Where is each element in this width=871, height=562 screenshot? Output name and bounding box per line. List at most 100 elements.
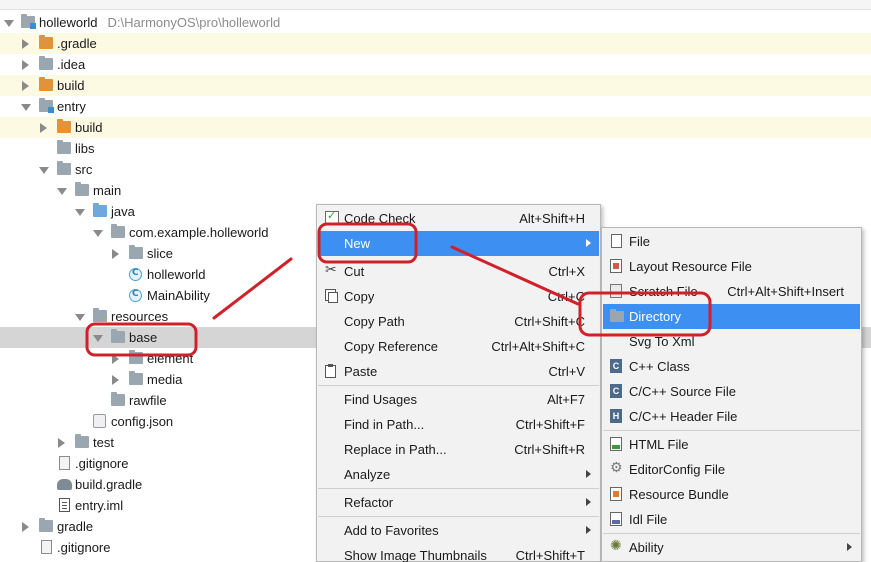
expand-arrow-icon[interactable] xyxy=(58,438,65,448)
collapse-arrow-icon[interactable] xyxy=(75,209,85,216)
menu-item-cut[interactable]: Cut Ctrl+X xyxy=(318,259,599,284)
gitignore-file-icon xyxy=(59,456,70,470)
menu-item-copy[interactable]: Copy Ctrl+C xyxy=(318,284,599,309)
submenu-arrow-icon xyxy=(586,470,591,478)
gear-icon xyxy=(610,459,624,476)
tree-row[interactable]: main xyxy=(0,180,871,201)
menu-item-add-to-favorites[interactable]: Add to Favorites xyxy=(318,518,599,543)
collapse-arrow-icon[interactable] xyxy=(93,230,103,237)
expand-arrow-icon[interactable] xyxy=(22,39,29,49)
tree-item-label: entry xyxy=(57,99,86,114)
folder-icon xyxy=(75,434,89,448)
tree-item-label: gradle xyxy=(57,519,94,534)
menu-item-code-check[interactable]: Code Check Alt+Shift+H xyxy=(318,206,599,231)
folder-orange-icon xyxy=(57,119,71,133)
tree-item-label: config.json xyxy=(111,414,174,429)
class-icon xyxy=(129,268,142,281)
project-name: holleworld xyxy=(39,15,98,30)
submenu-item-ability[interactable]: Ability xyxy=(603,535,860,560)
copy-icon xyxy=(325,289,338,303)
code-check-icon xyxy=(325,209,339,225)
submenu-item-cpp-class[interactable]: C C++ Class xyxy=(603,354,860,379)
menu-item-new[interactable]: New xyxy=(318,231,599,256)
source-folder-icon xyxy=(93,203,107,217)
submenu-item-layout-resource-file[interactable]: Layout Resource File xyxy=(603,254,860,279)
tree-row[interactable]: .gradle xyxy=(0,33,871,54)
folder-icon xyxy=(111,329,125,343)
html-file-icon xyxy=(610,437,622,451)
folder-icon xyxy=(129,371,143,385)
tree-row-project-root[interactable]: holleworld D:\HarmonyOS\pro\holleworld xyxy=(0,12,871,33)
menu-item-analyze[interactable]: Analyze xyxy=(318,462,599,487)
submenu-arrow-icon xyxy=(847,543,852,551)
submenu-item-file[interactable]: File xyxy=(603,229,860,254)
tree-item-label: base xyxy=(129,330,158,345)
collapse-arrow-icon[interactable] xyxy=(4,20,14,27)
resources-folder-icon xyxy=(93,308,107,322)
directory-icon xyxy=(610,309,624,322)
tree-header-strip xyxy=(0,0,871,10)
menu-item-copy-path[interactable]: Copy Path Ctrl+Shift+C xyxy=(318,309,599,334)
expand-arrow-icon[interactable] xyxy=(22,522,29,532)
cpp-class-icon: C xyxy=(610,359,622,373)
expand-arrow-icon[interactable] xyxy=(22,60,29,70)
tree-row[interactable]: entry xyxy=(0,96,871,117)
tree-item-label: .idea xyxy=(57,57,86,72)
tree-item-label: MainAbility xyxy=(147,288,210,303)
tree-item-label: resources xyxy=(111,309,169,324)
menu-item-find-in-path[interactable]: Find in Path... Ctrl+Shift+F xyxy=(318,412,599,437)
ability-icon xyxy=(610,537,624,554)
tree-item-label: entry.iml xyxy=(75,498,124,513)
folder-orange-icon xyxy=(39,35,53,49)
submenu-item-scratch-file[interactable]: Scratch File Ctrl+Alt+Shift+Insert xyxy=(603,279,860,304)
collapse-arrow-icon[interactable] xyxy=(57,188,67,195)
menu-item-refactor[interactable]: Refactor xyxy=(318,490,599,515)
collapse-arrow-icon[interactable] xyxy=(39,167,49,174)
submenu-item-cpp-source-file[interactable]: C C/C++ Source File xyxy=(603,379,860,404)
submenu-item-idl-file[interactable]: Idl File xyxy=(603,507,860,532)
tree-item-label: build xyxy=(57,78,85,93)
menu-item-paste[interactable]: Paste Ctrl+V xyxy=(318,359,599,384)
gitignore-file-icon xyxy=(41,540,52,554)
folder-icon xyxy=(39,518,53,532)
submenu-item-resource-bundle[interactable]: Resource Bundle xyxy=(603,482,860,507)
menu-item-find-usages[interactable]: Find Usages Alt+F7 xyxy=(318,387,599,412)
collapse-arrow-icon[interactable] xyxy=(75,314,85,321)
tree-row[interactable]: build xyxy=(0,117,871,138)
tree-item-label: libs xyxy=(75,141,95,156)
iml-file-icon xyxy=(59,498,70,512)
tree-item-label: .gradle xyxy=(57,36,97,51)
collapse-arrow-icon[interactable] xyxy=(21,104,31,111)
menu-item-show-image-thumbnails[interactable]: Show Image Thumbnails Ctrl+Shift+T xyxy=(318,543,599,562)
tree-item-label: main xyxy=(93,183,122,198)
tree-row[interactable]: libs xyxy=(0,138,871,159)
menu-item-replace-in-path[interactable]: Replace in Path... Ctrl+Shift+R xyxy=(318,437,599,462)
menu-separator xyxy=(603,533,860,534)
expand-arrow-icon[interactable] xyxy=(112,354,119,364)
submenu-item-directory[interactable]: Directory xyxy=(603,304,860,329)
expand-arrow-icon[interactable] xyxy=(40,123,47,133)
tree-item-label: test xyxy=(93,435,114,450)
tree-item-label: rawfile xyxy=(129,393,167,408)
module-folder-icon xyxy=(39,98,54,113)
submenu-item-html-file[interactable]: HTML File xyxy=(603,432,860,457)
tree-row[interactable]: src xyxy=(0,159,871,180)
submenu-item-svg-to-xml[interactable]: Svg To Xml xyxy=(603,329,860,354)
paste-icon xyxy=(325,364,336,378)
tree-row[interactable]: build xyxy=(0,75,871,96)
gradle-icon xyxy=(57,479,72,490)
menu-item-copy-reference[interactable]: Copy Reference Ctrl+Alt+Shift+C xyxy=(318,334,599,359)
tree-item-label: element xyxy=(147,351,194,366)
collapse-arrow-icon[interactable] xyxy=(93,335,103,342)
expand-arrow-icon[interactable] xyxy=(22,81,29,91)
submenu-item-cpp-header-file[interactable]: H C/C++ Header File xyxy=(603,404,860,429)
idl-file-icon xyxy=(610,512,622,526)
submenu-arrow-icon xyxy=(586,498,591,506)
submenu-item-editorconfig-file[interactable]: EditorConfig File xyxy=(603,457,860,482)
tree-item-label: build.gradle xyxy=(75,477,143,492)
tree-row[interactable]: .idea xyxy=(0,54,871,75)
expand-arrow-icon[interactable] xyxy=(112,375,119,385)
expand-arrow-icon[interactable] xyxy=(112,249,119,259)
new-submenu: File Layout Resource File Scratch File C… xyxy=(601,227,862,562)
folder-icon xyxy=(129,350,143,364)
